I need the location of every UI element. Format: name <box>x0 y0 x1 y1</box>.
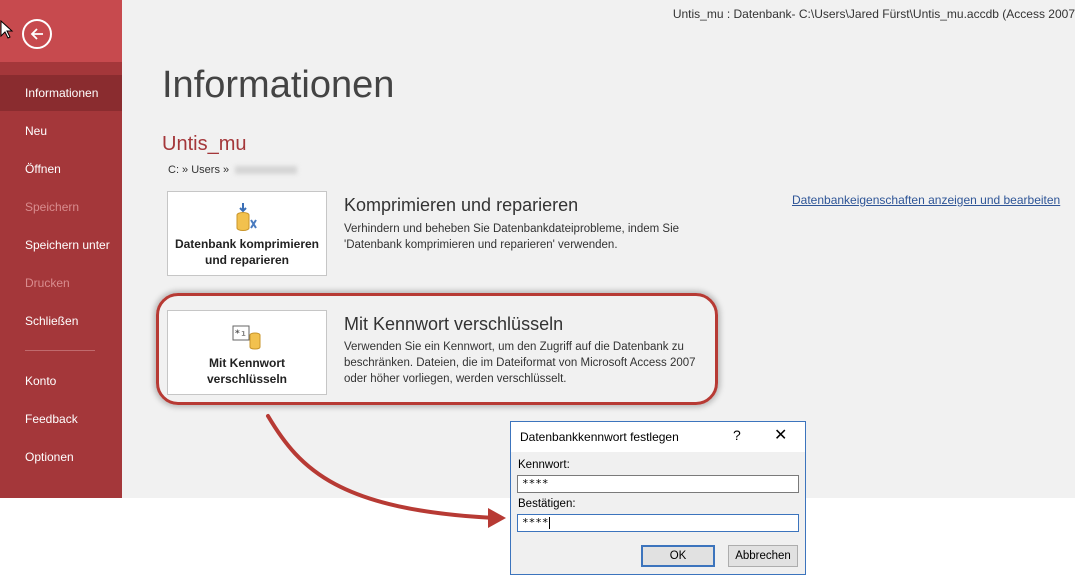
compact-repair-desc-line-2: 'Datenbank komprimieren und reparieren' … <box>344 239 618 251</box>
mouse-cursor-icon <box>0 20 14 39</box>
sidebar-item-optionen[interactable]: Optionen <box>0 439 122 475</box>
sidebar-item-informationen[interactable]: Informationen <box>0 75 122 111</box>
confirm-value: **** <box>522 516 549 529</box>
password-label: Kennwort: <box>518 459 570 471</box>
set-password-dialog: Datenbankkennwort festlegen ? ✕ Kennwort… <box>510 421 806 575</box>
file-path: C: » Users » <box>168 164 298 176</box>
backstage-sidebar: Informationen Neu Öffnen Speichern Speic… <box>0 0 122 498</box>
ok-button[interactable]: OK <box>641 545 715 567</box>
compact-repair-label-2: und reparieren <box>204 253 290 267</box>
sidebar-item-neu[interactable]: Neu <box>0 113 122 149</box>
cancel-button[interactable]: Abbrechen <box>728 545 798 567</box>
window-title: Untis_mu : Datenbank- C:\Users\Jared Für… <box>672 7 1075 21</box>
dialog-titlebar: Datenbankkennwort festlegen ? ✕ <box>511 422 805 452</box>
dialog-title: Datenbankkennwort festlegen <box>520 430 679 444</box>
file-path-text: C: » Users » <box>168 164 230 176</box>
confirm-password-field[interactable]: **** <box>517 514 799 532</box>
highlight-annotation <box>156 293 718 405</box>
password-field[interactable]: **** <box>517 475 799 493</box>
sidebar-item-speichern-unter[interactable]: Speichern unter <box>0 227 122 263</box>
sidebar-item-konto[interactable]: Konto <box>0 363 122 399</box>
sidebar-divider <box>25 350 95 351</box>
compact-repair-description: Verhindern und beheben Sie Datenbankdate… <box>344 221 679 253</box>
annotation-arrow-icon <box>266 414 506 528</box>
compact-repair-title: Komprimieren und reparieren <box>344 195 579 215</box>
confirm-label: Bestätigen: <box>518 498 576 510</box>
help-icon[interactable]: ? <box>733 427 741 443</box>
close-icon[interactable]: ✕ <box>774 425 787 445</box>
database-name: Untis_mu <box>162 133 247 155</box>
page-title: Informationen <box>162 64 395 106</box>
sidebar-item-schliessen[interactable]: Schließen <box>0 303 122 339</box>
back-area[interactable] <box>0 0 122 62</box>
text-caret <box>548 517 550 529</box>
sidebar-item-speichern: Speichern <box>25 200 80 214</box>
sidebar-item-oeffnen[interactable]: Öffnen <box>0 151 122 187</box>
database-properties-link[interactable]: Datenbankeigenschaften anzeigen und bear… <box>792 193 1060 207</box>
sidebar-item-drucken: Drucken <box>25 276 70 290</box>
compact-repair-icon <box>236 203 257 232</box>
compact-repair-desc-line-1: Verhindern und beheben Sie Datenbankdate… <box>344 223 680 235</box>
password-value: **** <box>522 477 549 490</box>
sidebar-item-feedback[interactable]: Feedback <box>0 401 122 437</box>
back-arrow-icon[interactable] <box>22 19 52 49</box>
compact-repair-button[interactable]: Datenbank komprimieren und reparieren <box>167 191 327 276</box>
redacted-path <box>235 166 298 175</box>
compact-repair-label-1: Datenbank komprimieren <box>174 237 320 251</box>
